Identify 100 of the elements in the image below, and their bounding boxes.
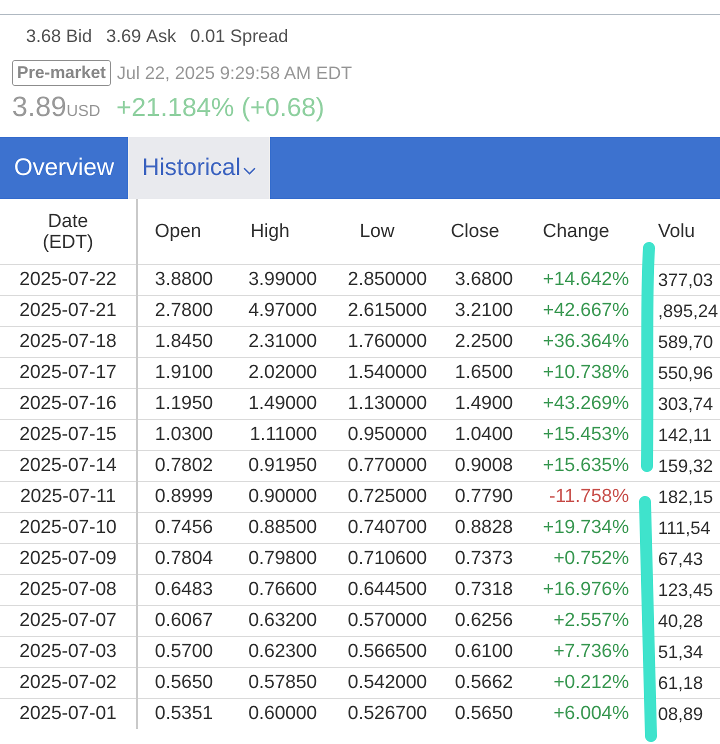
table-cell: 2025-07-03: [19, 641, 117, 662]
session-badge: Pre-market: [12, 60, 111, 86]
table-cell: 2025-07-01: [19, 703, 117, 724]
table-cell: +43.269%: [542, 393, 629, 414]
table-cell: +7.736%: [553, 641, 629, 662]
table-cell: 2025-07-08: [19, 579, 117, 600]
table-cell: +14.642%: [542, 269, 629, 290]
table-cell: 2025-07-09: [19, 548, 117, 569]
table-cell: 0.63200: [248, 610, 317, 631]
currency-label: USD: [66, 103, 100, 121]
table-cell: 0.7318: [454, 579, 513, 600]
table-cell: +2.557%: [553, 610, 629, 631]
table-cell: 0.5650: [154, 672, 213, 693]
table-cell: 3.2100: [454, 300, 513, 321]
table-cell: 0.7804: [154, 548, 213, 569]
table-cell: +15.453%: [542, 424, 629, 445]
table-cell: +10.738%: [542, 362, 629, 383]
table-cell: 0.725000: [348, 486, 427, 507]
table-cell: 2025-07-16: [19, 393, 117, 414]
spread-value: 0.01: [190, 26, 226, 46]
table-cell: 1.1950: [154, 393, 213, 414]
column-header: Date (EDT): [42, 210, 94, 252]
table-cell: 2.850000: [348, 269, 427, 290]
table-cell: 0.88500: [248, 517, 317, 538]
table-cell: 159,32: [658, 456, 714, 476]
table-cell: 4.97000: [248, 300, 317, 321]
column-header: High: [250, 221, 290, 242]
table-cell: 142,11: [658, 424, 712, 444]
table-cell: 1.9100: [154, 362, 213, 383]
column-header: Volu: [658, 221, 695, 242]
table-cell: 1.8450: [154, 331, 213, 352]
table-cell: +15.635%: [542, 455, 629, 476]
table-cell: 0.5700: [154, 641, 213, 662]
table-cell: 0.644500: [348, 579, 427, 600]
table-cell: 3.6800: [454, 269, 513, 290]
table-cell: 2.31000: [248, 331, 317, 352]
table-cell: 0.7790: [454, 486, 513, 507]
table-cell: 1.0300: [154, 424, 213, 445]
column-header: Close: [450, 221, 500, 242]
table-cell: 0.6067: [154, 610, 213, 631]
bid-value: 3.68: [26, 26, 62, 46]
table-cell: +36.364%: [542, 331, 629, 352]
table-cell: +16.976%: [542, 579, 629, 600]
table-cell: 0.570000: [348, 610, 427, 631]
table-cell: 0.8999: [154, 486, 213, 507]
table-cell: 0.710600: [348, 548, 427, 569]
table-cell: 2.2500: [454, 331, 513, 352]
table-cell: 0.770000: [348, 455, 427, 476]
table-cell: 589,70: [658, 332, 714, 352]
table-cell: 0.6100: [454, 641, 513, 662]
table-cell: 0.7373: [454, 548, 513, 569]
table-cell: 61,18: [658, 672, 704, 692]
table-cell: 1.760000: [348, 331, 427, 352]
table-cell: 2025-07-02: [19, 672, 117, 693]
table-cell: 0.6256: [454, 610, 513, 631]
table-cell: 2025-07-07: [19, 610, 117, 631]
table-cell: 67,43: [658, 548, 704, 568]
table-cell: 0.7456: [154, 517, 213, 538]
table-cell: 2025-07-14: [19, 455, 117, 476]
table-cell: 3.99000: [248, 269, 317, 290]
tab[interactable]: Historical: [128, 137, 270, 199]
tab[interactable]: Overview: [0, 137, 128, 199]
table-cell: 0.60000: [248, 703, 317, 724]
table-cell: +19.734%: [542, 517, 629, 538]
spread-label: Spread: [230, 26, 288, 46]
table-cell: 0.542000: [348, 672, 427, 693]
table-cell: 0.79800: [248, 548, 317, 569]
table-cell: 123,45: [658, 580, 714, 600]
table-cell: +0.752%: [553, 548, 629, 569]
column-header: Open: [154, 221, 202, 242]
table-cell: 2025-07-22: [19, 269, 117, 290]
table-cell: 2025-07-17: [19, 362, 117, 383]
table-cell: 2025-07-21: [19, 300, 117, 321]
ask-label: Ask: [146, 26, 176, 46]
table-cell: 0.526700: [348, 703, 427, 724]
table-cell: 1.4900: [454, 393, 513, 414]
price-change: +21.184% (+0.68): [116, 92, 324, 123]
table-cell: 08,89: [658, 704, 704, 724]
table-cell: 3.8800: [154, 269, 213, 290]
table-cell: 2.02000: [248, 362, 317, 383]
table-cell: +0.212%: [553, 672, 629, 693]
table-cell: 51,34: [658, 642, 704, 662]
table-cell: ,895,24: [658, 300, 718, 320]
price-value: 3.89: [12, 91, 66, 123]
table-cell: 2025-07-10: [19, 517, 117, 538]
ask-value: 3.69: [106, 26, 142, 46]
table-cell: 0.566500: [348, 641, 427, 662]
table-cell: 0.76600: [248, 579, 317, 600]
bid-label: Bid: [66, 26, 92, 46]
table-cell: 0.8828: [454, 517, 513, 538]
table-cell: 1.6500: [454, 362, 513, 383]
table-cell: 377,03: [658, 270, 714, 290]
table-cell: 0.62300: [248, 641, 317, 662]
table-cell: 1.49000: [248, 393, 317, 414]
table-cell: 2.7800: [154, 300, 213, 321]
table-cell: 182,15: [658, 486, 714, 506]
table-cell: 2025-07-18: [19, 331, 117, 352]
table-cell: +6.004%: [553, 703, 629, 724]
table-cell: 0.57850: [248, 672, 317, 693]
table-cell: 2025-07-11: [20, 486, 116, 507]
